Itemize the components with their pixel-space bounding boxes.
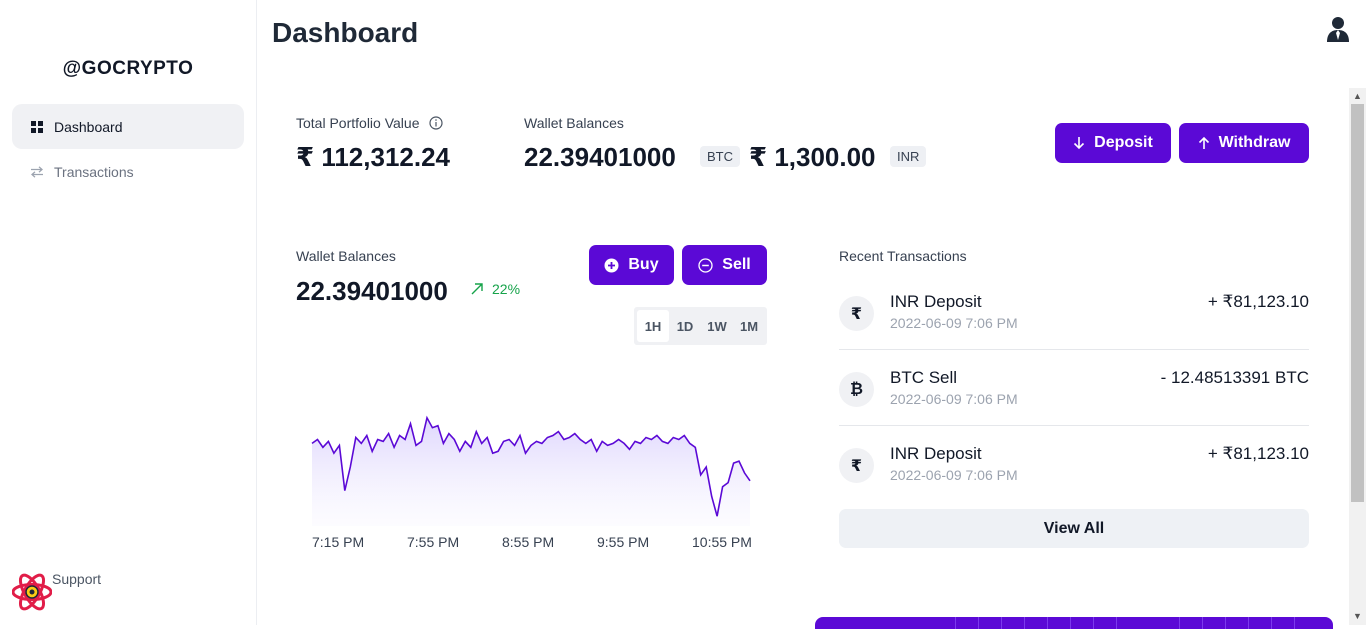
buy-label: Buy [628,256,658,274]
arrows-exchange-icon [30,165,44,179]
wallet-balances-label: Wallet Balances [524,115,624,131]
next-section-banner [815,617,1333,629]
transaction-name: INR Deposit [890,444,982,464]
trend-up-icon [470,282,484,296]
transaction-amount: + ₹81,123.10 [1208,444,1309,464]
divider [839,425,1309,426]
user-avatar-icon[interactable] [1326,16,1350,47]
brand-logo-text: @GOCRYPTO [0,58,256,80]
sidebar: @GOCRYPTO Dashboard Transactions Support [0,0,257,625]
range-1w[interactable]: 1W [701,310,733,342]
sidebar-item-label: Transactions [54,164,134,180]
deposit-button[interactable]: Deposit [1055,123,1171,163]
arrow-up-icon [1198,136,1210,150]
btc-tag: BTC [700,146,740,167]
x-tick-label: 7:15 PM [312,534,364,550]
inr-tag: INR [890,146,926,167]
chart-wallet-value: 22.39401000 [296,276,448,307]
time-range-selector: 1H 1D 1W 1M [634,307,767,345]
grid-icon [30,120,44,134]
range-1d[interactable]: 1D [669,310,701,342]
withdraw-label: Withdraw [1219,134,1291,152]
sell-button[interactable]: Sell [682,245,767,285]
x-tick-label: 8:55 PM [502,534,554,550]
transaction-name: INR Deposit [890,292,982,312]
x-tick-label: 10:55 PM [692,534,752,550]
wallet-area-chart [300,400,760,530]
x-tick-label: 9:55 PM [597,534,649,550]
scroll-down-icon[interactable]: ▼ [1353,611,1362,621]
transaction-amount: + ₹81,123.10 [1208,292,1309,312]
arrow-down-icon [1073,136,1085,150]
change-percent: 22% [492,281,520,297]
transaction-row[interactable]: ₹ INR Deposit 2022-06-09 7:06 PM + ₹81,1… [839,292,1309,368]
transaction-row[interactable]: ₿ BTC Sell 2022-06-09 7:06 PM - 12.48513… [839,368,1309,444]
scrollbar-thumb[interactable] [1351,104,1364,502]
inr-balance: ₹ 1,300.00 [749,142,876,173]
transaction-name: BTC Sell [890,368,957,388]
recent-transactions-title: Recent Transactions [839,248,967,264]
transaction-amount: - 12.48513391 BTC [1161,368,1309,388]
info-icon[interactable] [429,116,443,133]
scroll-up-icon[interactable]: ▲ [1353,91,1362,101]
react-logo-icon [12,573,52,616]
sidebar-item-transactions[interactable]: Transactions [12,149,244,194]
sidebar-item-label: Dashboard [54,119,123,135]
rupee-icon: ₹ [839,448,874,483]
minus-circle-icon [698,258,713,273]
range-1m[interactable]: 1M [733,310,765,342]
scrollbar[interactable]: ▲ ▼ [1349,88,1366,625]
x-tick-label: 7:55 PM [407,534,459,550]
plus-circle-icon [604,258,619,273]
chart-area-fill [312,418,750,526]
transaction-date: 2022-06-09 7:06 PM [890,391,1018,407]
sidebar-item-dashboard[interactable]: Dashboard [12,104,244,149]
bitcoin-icon: ₿ [839,372,874,407]
change-indicator: 22% [470,281,520,297]
deposit-label: Deposit [1094,134,1153,152]
transaction-date: 2022-06-09 7:06 PM [890,467,1018,483]
buy-button[interactable]: Buy [589,245,674,285]
support-label: Support [52,571,101,587]
page-title: Dashboard [272,17,418,49]
divider [839,349,1309,350]
portfolio-value: ₹ 112,312.24 [296,142,450,173]
view-all-button[interactable]: View All [839,509,1309,548]
portfolio-label: Total Portfolio Value [296,115,443,133]
sell-label: Sell [722,256,750,274]
rupee-icon: ₹ [839,296,874,331]
transaction-date: 2022-06-09 7:06 PM [890,315,1018,331]
btc-balance: 22.39401000 [524,142,676,173]
withdraw-button[interactable]: Withdraw [1179,123,1309,163]
support-link[interactable]: Support [52,571,101,589]
range-1h[interactable]: 1H [637,310,669,342]
portfolio-label-text: Total Portfolio Value [296,115,419,131]
chart-wallet-label: Wallet Balances [296,248,396,264]
